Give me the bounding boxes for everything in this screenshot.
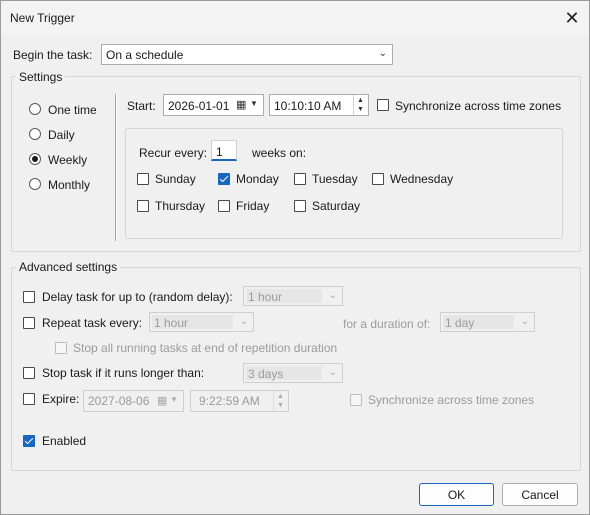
- enabled-checkbox[interactable]: [23, 435, 35, 447]
- one-time-label: One time: [48, 103, 97, 117]
- repeat-interval-select[interactable]: 1 hour ⌄: [149, 312, 254, 332]
- expire-time-stepper[interactable]: 9:22:59 AM ▲ ▼: [190, 390, 289, 412]
- expire-label: Expire:: [42, 392, 80, 406]
- expire-date-value: 2027-08-06: [88, 394, 150, 408]
- monthly-radio[interactable]: [29, 178, 41, 190]
- tuesday-label: Tuesday: [312, 172, 358, 186]
- monday-checkbox[interactable]: [218, 173, 230, 185]
- start-date-value: 2026-01-01: [168, 99, 230, 113]
- wednesday-checkbox[interactable]: [372, 173, 384, 185]
- close-button[interactable]: ✕: [561, 7, 583, 29]
- spin-down-icon[interactable]: ▼: [277, 402, 284, 409]
- spin-up-icon[interactable]: ▲: [277, 393, 284, 400]
- stop-task-longer-label: Stop task if it runs longer than:: [42, 366, 205, 380]
- monday-label: Monday: [236, 172, 279, 186]
- recur-every-value: 1: [216, 145, 223, 159]
- repeat-task-checkbox[interactable]: [23, 317, 35, 329]
- start-time-value: 10:10:10 AM: [274, 99, 342, 113]
- window-title: New Trigger: [10, 11, 75, 25]
- repeat-task-label: Repeat task every:: [42, 316, 143, 330]
- expire-sync-checkbox[interactable]: [350, 394, 362, 406]
- stop-task-longer-checkbox[interactable]: [23, 367, 35, 379]
- begin-task-value: On a schedule: [106, 48, 184, 62]
- sync-time-zones-checkbox[interactable]: [377, 99, 389, 111]
- ok-button[interactable]: OK: [419, 483, 494, 506]
- thursday-label: Thursday: [155, 199, 206, 213]
- duration-label: for a duration of:: [343, 317, 431, 331]
- delay-task-checkbox[interactable]: [23, 291, 35, 303]
- title-bar: New Trigger ✕: [1, 1, 589, 35]
- thursday-checkbox[interactable]: [137, 200, 149, 212]
- expire-time-value: 9:22:59 AM: [199, 394, 260, 408]
- monthly-label: Monthly: [48, 178, 91, 192]
- delay-select[interactable]: 1 hour ⌄: [243, 286, 343, 306]
- sunday-label: Sunday: [155, 172, 196, 186]
- expire-date-picker[interactable]: 2027-08-06 ▦ ▼: [83, 390, 184, 412]
- saturday-checkbox[interactable]: [294, 200, 306, 212]
- cancel-button-label: Cancel: [521, 487, 559, 502]
- close-icon: ✕: [564, 7, 580, 28]
- schedule-separator-highlight: [116, 94, 117, 241]
- weekly-label: Weekly: [48, 153, 88, 167]
- one-time-radio[interactable]: [29, 103, 41, 115]
- weeks-on-label: weeks on:: [252, 146, 307, 160]
- calendar-icon[interactable]: ▦: [236, 98, 246, 111]
- sync-time-zones-label: Synchronize across time zones: [395, 99, 562, 113]
- stop-longer-value: 3 days: [248, 367, 284, 381]
- begin-task-label: Begin the task:: [13, 48, 93, 62]
- calendar-icon[interactable]: ▦: [157, 394, 167, 407]
- stop-task-duration-select[interactable]: 3 days ⌄: [243, 363, 343, 383]
- duration-select[interactable]: 1 day ⌄: [440, 312, 535, 332]
- daily-label: Daily: [48, 128, 75, 142]
- stop-all-tasks-label: Stop all running tasks at end of repetit…: [73, 341, 338, 355]
- duration-value: 1 day: [445, 316, 475, 330]
- advanced-settings-title: Advanced settings: [16, 260, 121, 274]
- saturday-label: Saturday: [312, 199, 361, 213]
- expire-time-spinner[interactable]: ▲ ▼: [273, 391, 288, 411]
- time-spinner[interactable]: ▲ ▼: [353, 95, 368, 115]
- chevron-down-icon: ⌄: [378, 48, 387, 59]
- spin-up-icon[interactable]: ▲: [357, 97, 364, 104]
- start-time-stepper[interactable]: 10:10:10 AM ▲ ▼: [269, 94, 369, 116]
- expire-sync-label: Synchronize across time zones: [368, 393, 535, 407]
- recur-every-label: Recur every:: [139, 146, 208, 160]
- tuesday-checkbox[interactable]: [294, 173, 306, 185]
- chevron-down-icon: ⌄: [328, 367, 337, 378]
- repeat-value: 1 hour: [154, 316, 189, 330]
- daily-radio[interactable]: [29, 128, 41, 140]
- chevron-down-icon: ▼: [170, 395, 178, 404]
- weekly-radio[interactable]: [29, 153, 41, 165]
- friday-checkbox[interactable]: [218, 200, 230, 212]
- friday-label: Friday: [236, 199, 270, 213]
- delay-task-label: Delay task for up to (random delay):: [42, 290, 233, 304]
- chevron-down-icon: ⌄: [239, 316, 248, 327]
- chevron-down-icon: ⌄: [328, 290, 337, 301]
- sunday-checkbox[interactable]: [137, 173, 149, 185]
- start-date-picker[interactable]: 2026-01-01 ▦ ▼: [163, 94, 264, 116]
- ok-button-label: OK: [447, 487, 466, 502]
- chevron-down-icon: ▼: [250, 99, 258, 108]
- enabled-label: Enabled: [42, 434, 87, 448]
- delay-value: 1 hour: [248, 290, 283, 304]
- expire-checkbox[interactable]: [23, 393, 35, 405]
- spin-down-icon[interactable]: ▼: [357, 106, 364, 113]
- chevron-down-icon: ⌄: [520, 316, 529, 327]
- begin-task-select[interactable]: On a schedule ⌄: [101, 44, 393, 65]
- start-label: Start:: [127, 99, 156, 113]
- new-trigger-dialog: New Trigger ✕ Begin the task: On a sched…: [0, 0, 590, 515]
- recur-every-input[interactable]: 1: [211, 140, 237, 161]
- wednesday-label: Wednesday: [390, 172, 454, 186]
- stop-all-tasks-checkbox[interactable]: [55, 342, 67, 354]
- settings-group-title: Settings: [16, 70, 66, 84]
- cancel-button[interactable]: Cancel: [502, 483, 578, 506]
